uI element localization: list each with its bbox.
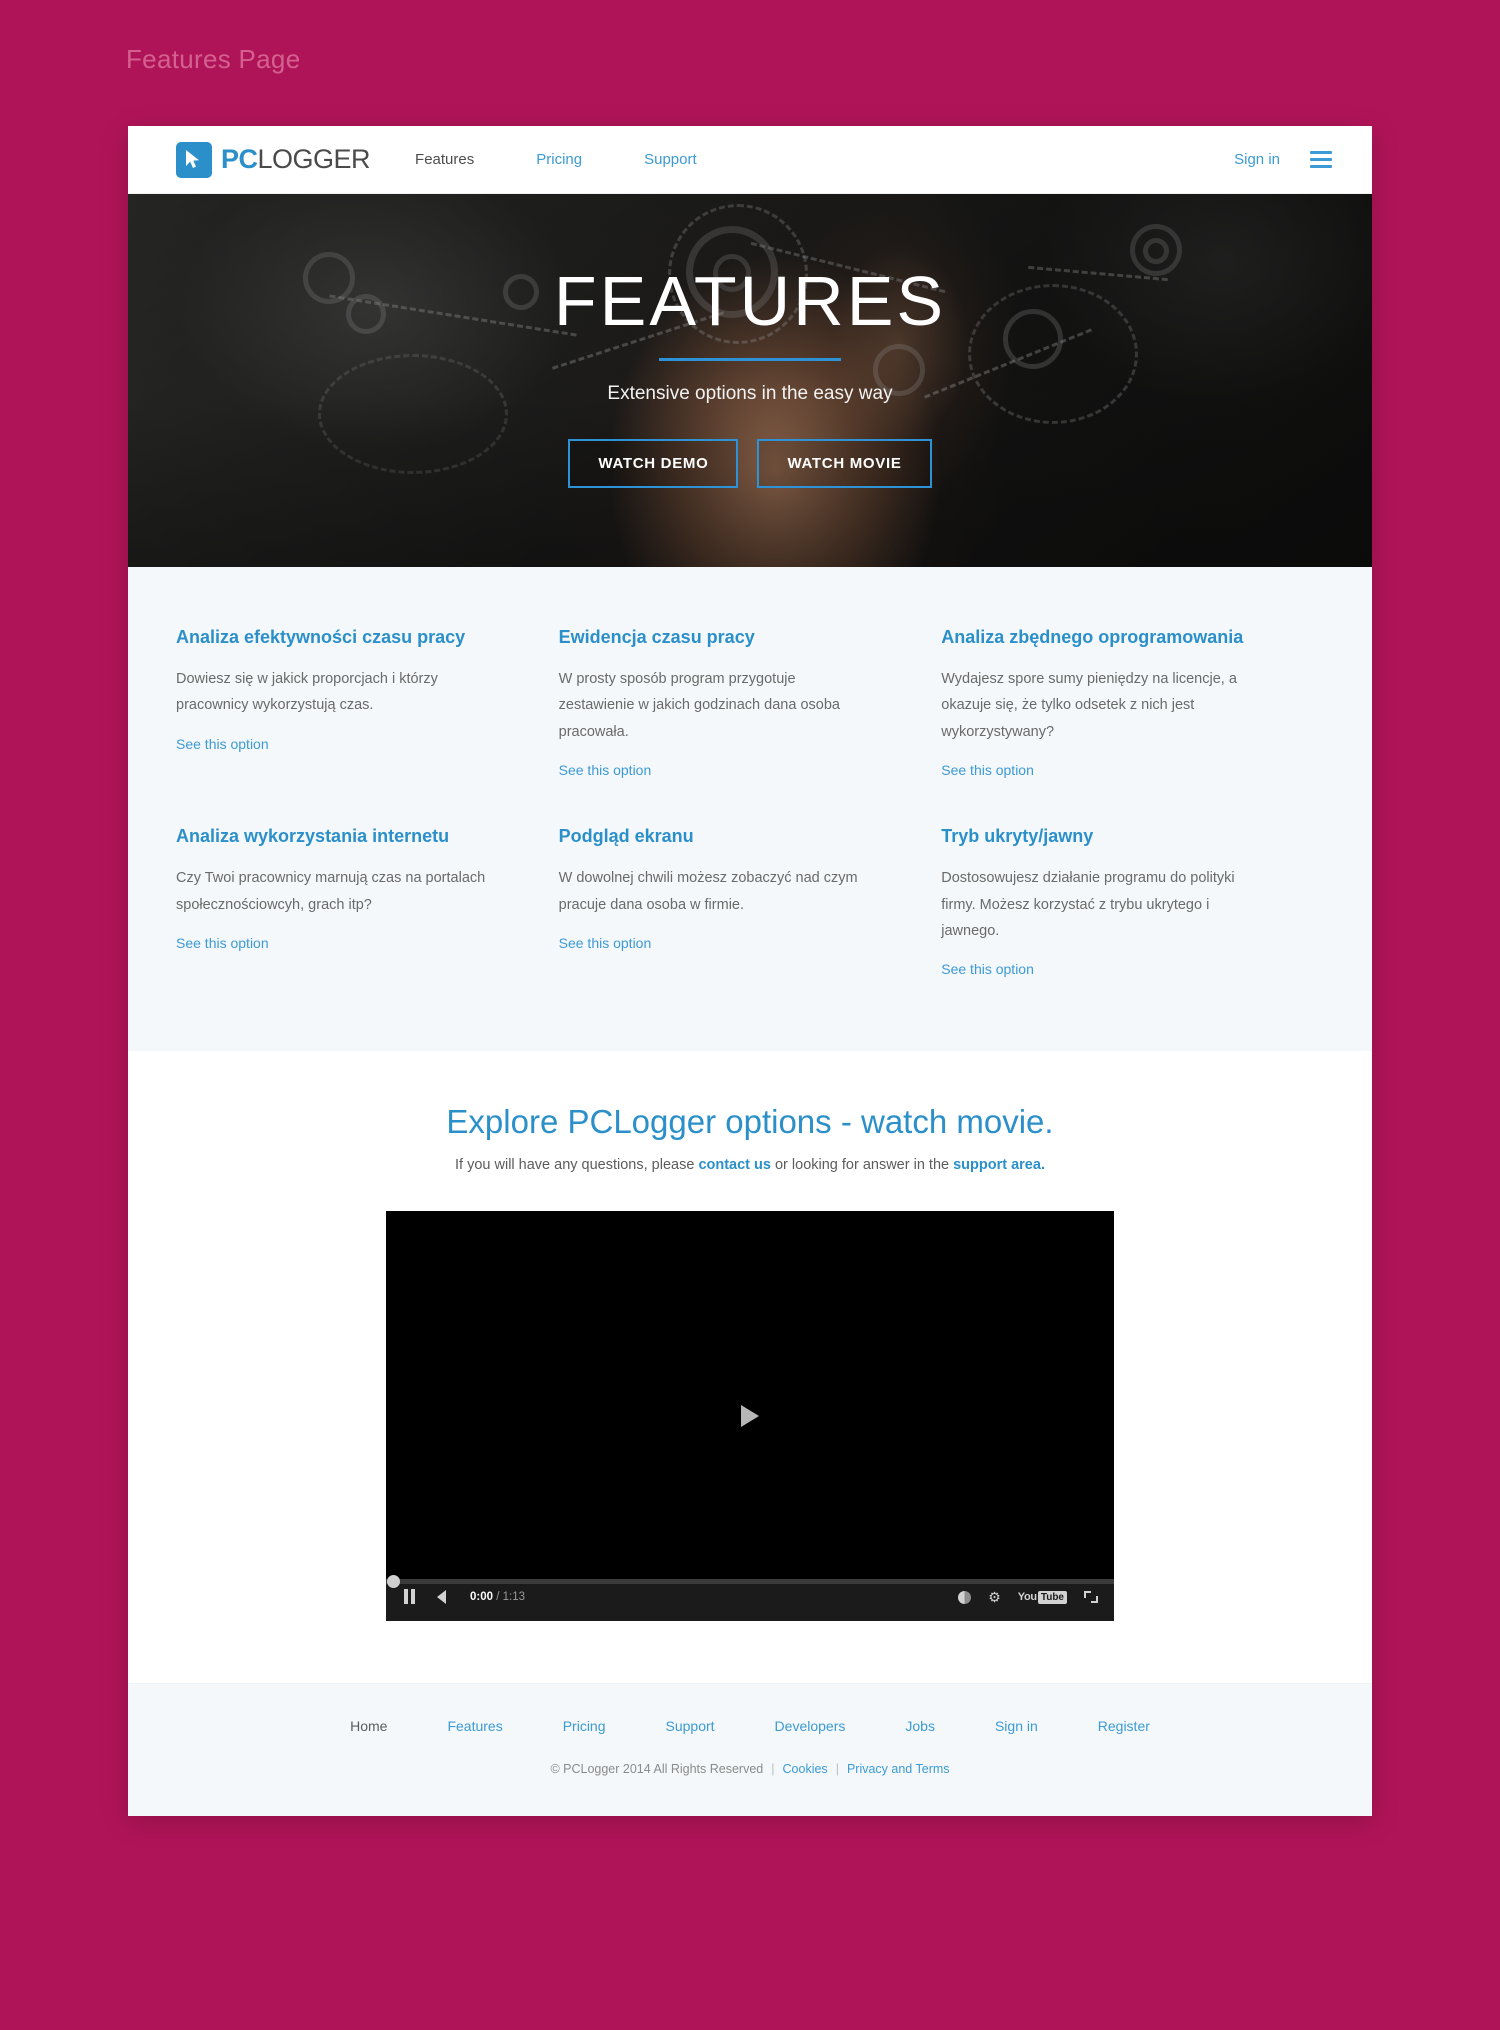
hero-title: FEATURES (553, 262, 947, 340)
watch-demo-button[interactable]: WATCH DEMO (568, 439, 739, 488)
features-row-2: Analiza wykorzystania internetu Czy Twoi… (176, 826, 1324, 979)
nav-item-pricing[interactable]: Pricing (536, 151, 582, 168)
video-time-display: 0:00 / 1:13 (470, 1591, 525, 1603)
watch-movie-button[interactable]: WATCH MOVIE (757, 439, 932, 488)
video-time-separator: / (493, 1590, 503, 1603)
support-area-link[interactable]: support area. (953, 1157, 1045, 1173)
movie-sub-text-2: or looking for answer in the (770, 1157, 954, 1174)
hero-banner: FEATURES Extensive options in the easy w… (128, 194, 1372, 567)
player-controls-left: 0:00 / 1:13 (404, 1589, 525, 1605)
feature-description: W dowolnej chwili możesz zobaczyć nad cz… (558, 870, 858, 913)
feature-see-option-link[interactable]: See this option (176, 736, 269, 752)
movie-section: Explore PCLogger options - watch movie. … (128, 1051, 1372, 1684)
video-current-time: 0:00 (470, 1590, 494, 1603)
youtube-video-player[interactable]: 0:00 / 1:13 ⚙ You Tube (386, 1211, 1114, 1622)
feature-card-5: Podgląd ekranu W dowolnej chwili możesz … (559, 826, 942, 979)
feature-see-option-link[interactable]: See this option (941, 762, 1034, 778)
cookies-link[interactable]: Cookies (783, 1762, 828, 1776)
youtube-you-text: You (1017, 1591, 1037, 1604)
hero-content: FEATURES Extensive options in the easy w… (128, 194, 1372, 488)
movie-section-subtitle: If you will have any questions, please c… (128, 1157, 1372, 1173)
page-title: Features Page (126, 44, 301, 74)
feature-title: Analiza efektywności czasu pracy (176, 627, 466, 647)
hamburger-menu-icon[interactable] (1310, 151, 1332, 168)
feature-card-1: Analiza efektywności czasu pracy Dowiesz… (176, 627, 559, 780)
feature-description: Wydajesz spore sumy pieniędzy na licencj… (941, 671, 1237, 740)
nav-item-support[interactable]: Support (644, 151, 697, 168)
footer-link-home[interactable]: Home (350, 1718, 387, 1734)
video-progress-scrubber[interactable] (386, 1575, 1114, 1589)
signin-link[interactable]: Sign in (1234, 151, 1280, 168)
youtube-tube-text: Tube (1037, 1590, 1067, 1604)
feature-see-option-link[interactable]: See this option (559, 762, 652, 778)
site-navbar: PCLOGGER Features Pricing Support Sign i… (128, 126, 1372, 194)
primary-nav: Features Pricing Support (415, 151, 759, 168)
feature-card-2: Ewidencja czasu pracy W prosty sposób pr… (559, 627, 942, 780)
youtube-logo[interactable]: You Tube (1017, 1590, 1067, 1604)
legal-separator-2: | (835, 1762, 839, 1777)
legal-separator-1: | (771, 1762, 775, 1777)
brand-pc: PC (221, 144, 258, 174)
brand-logger: LOGGER (257, 144, 371, 174)
gear-icon[interactable]: ⚙ (988, 1590, 1001, 1604)
footer-link-signin[interactable]: Sign in (995, 1718, 1038, 1734)
hero-buttons: WATCH DEMO WATCH MOVIE (128, 439, 1372, 488)
video-duration: 1:13 (502, 1590, 526, 1603)
movie-sub-text-1: If you will have any questions, please (455, 1157, 699, 1174)
footer-nav: Home Features Pricing Support Developers… (128, 1718, 1372, 1734)
feature-title: Analiza wykorzystania internetu (176, 826, 450, 847)
cursor-arrow-icon (176, 141, 212, 178)
feature-see-option-link[interactable]: See this option (176, 935, 269, 951)
feature-card-4: Analiza wykorzystania internetu Czy Twoi… (176, 826, 559, 979)
feature-description: Dowiesz się w jakick proporcjach i którz… (176, 671, 438, 714)
player-controls-right: ⚙ You Tube (958, 1590, 1098, 1604)
footer-link-support[interactable]: Support (666, 1718, 715, 1734)
footer-link-features[interactable]: Features (447, 1718, 502, 1734)
player-controls-bar: 0:00 / 1:13 ⚙ You Tube (386, 1575, 1114, 1622)
privacy-terms-link[interactable]: Privacy and Terms (847, 1762, 950, 1776)
brand-logo[interactable]: PCLOGGER (176, 141, 371, 178)
footer-link-jobs[interactable]: Jobs (905, 1718, 935, 1734)
site-footer: Home Features Pricing Support Developers… (128, 1683, 1372, 1817)
browser-window: PCLOGGER Features Pricing Support Sign i… (128, 126, 1372, 1817)
fullscreen-icon[interactable] (1084, 1591, 1098, 1604)
progress-handle[interactable] (387, 1575, 400, 1589)
navbar-right: Sign in (1234, 151, 1332, 168)
feature-title: Podgląd ekranu (558, 826, 694, 847)
footer-link-developers[interactable]: Developers (775, 1718, 846, 1734)
feature-see-option-link[interactable]: See this option (559, 935, 652, 951)
feature-description: Czy Twoi pracownicy marnują czas na port… (176, 870, 486, 913)
feature-description: Dostosowujesz działanie programu do poli… (941, 870, 1235, 939)
feature-see-option-link[interactable]: See this option (941, 961, 1034, 977)
pause-icon[interactable] (404, 1589, 415, 1605)
footer-link-register[interactable]: Register (1098, 1718, 1150, 1734)
footer-link-pricing[interactable]: Pricing (563, 1718, 606, 1734)
features-row-1: Analiza efektywności czasu pracy Dowiesz… (176, 627, 1324, 780)
feature-card-6: Tryb ukryty/jawny Dostosowujesz działani… (941, 826, 1324, 979)
feature-description: W prosty sposób program przygotuje zesta… (558, 671, 840, 740)
contact-us-link[interactable]: contact us (698, 1157, 771, 1173)
feature-title: Analiza zbędnego oprogramowania (941, 627, 1244, 647)
features-grid: Analiza efektywności czasu pracy Dowiesz… (128, 567, 1372, 1052)
hero-subtitle: Extensive options in the easy way (607, 383, 893, 404)
info-icon[interactable] (958, 1590, 972, 1604)
footer-legal: © PCLogger 2014 All Rights Reserved | Cook… (128, 1762, 1372, 1776)
play-triangle-icon[interactable] (741, 1405, 759, 1428)
movie-section-title: Explore PCLogger options - watch movie. (446, 1103, 1054, 1141)
feature-title: Tryb ukryty/jawny (941, 826, 1094, 847)
brand-text: PCLOGGER (221, 144, 371, 175)
nav-item-features[interactable]: Features (415, 151, 474, 168)
copyright-text: © PCLogger 2014 All Rights Reserved (550, 1762, 764, 1777)
feature-title: Ewidencja czasu pracy (558, 627, 755, 647)
volume-icon[interactable] (437, 1589, 446, 1604)
feature-card-3: Analiza zbędnego oprogramowania Wydajesz… (941, 627, 1324, 780)
hero-divider (659, 358, 841, 361)
